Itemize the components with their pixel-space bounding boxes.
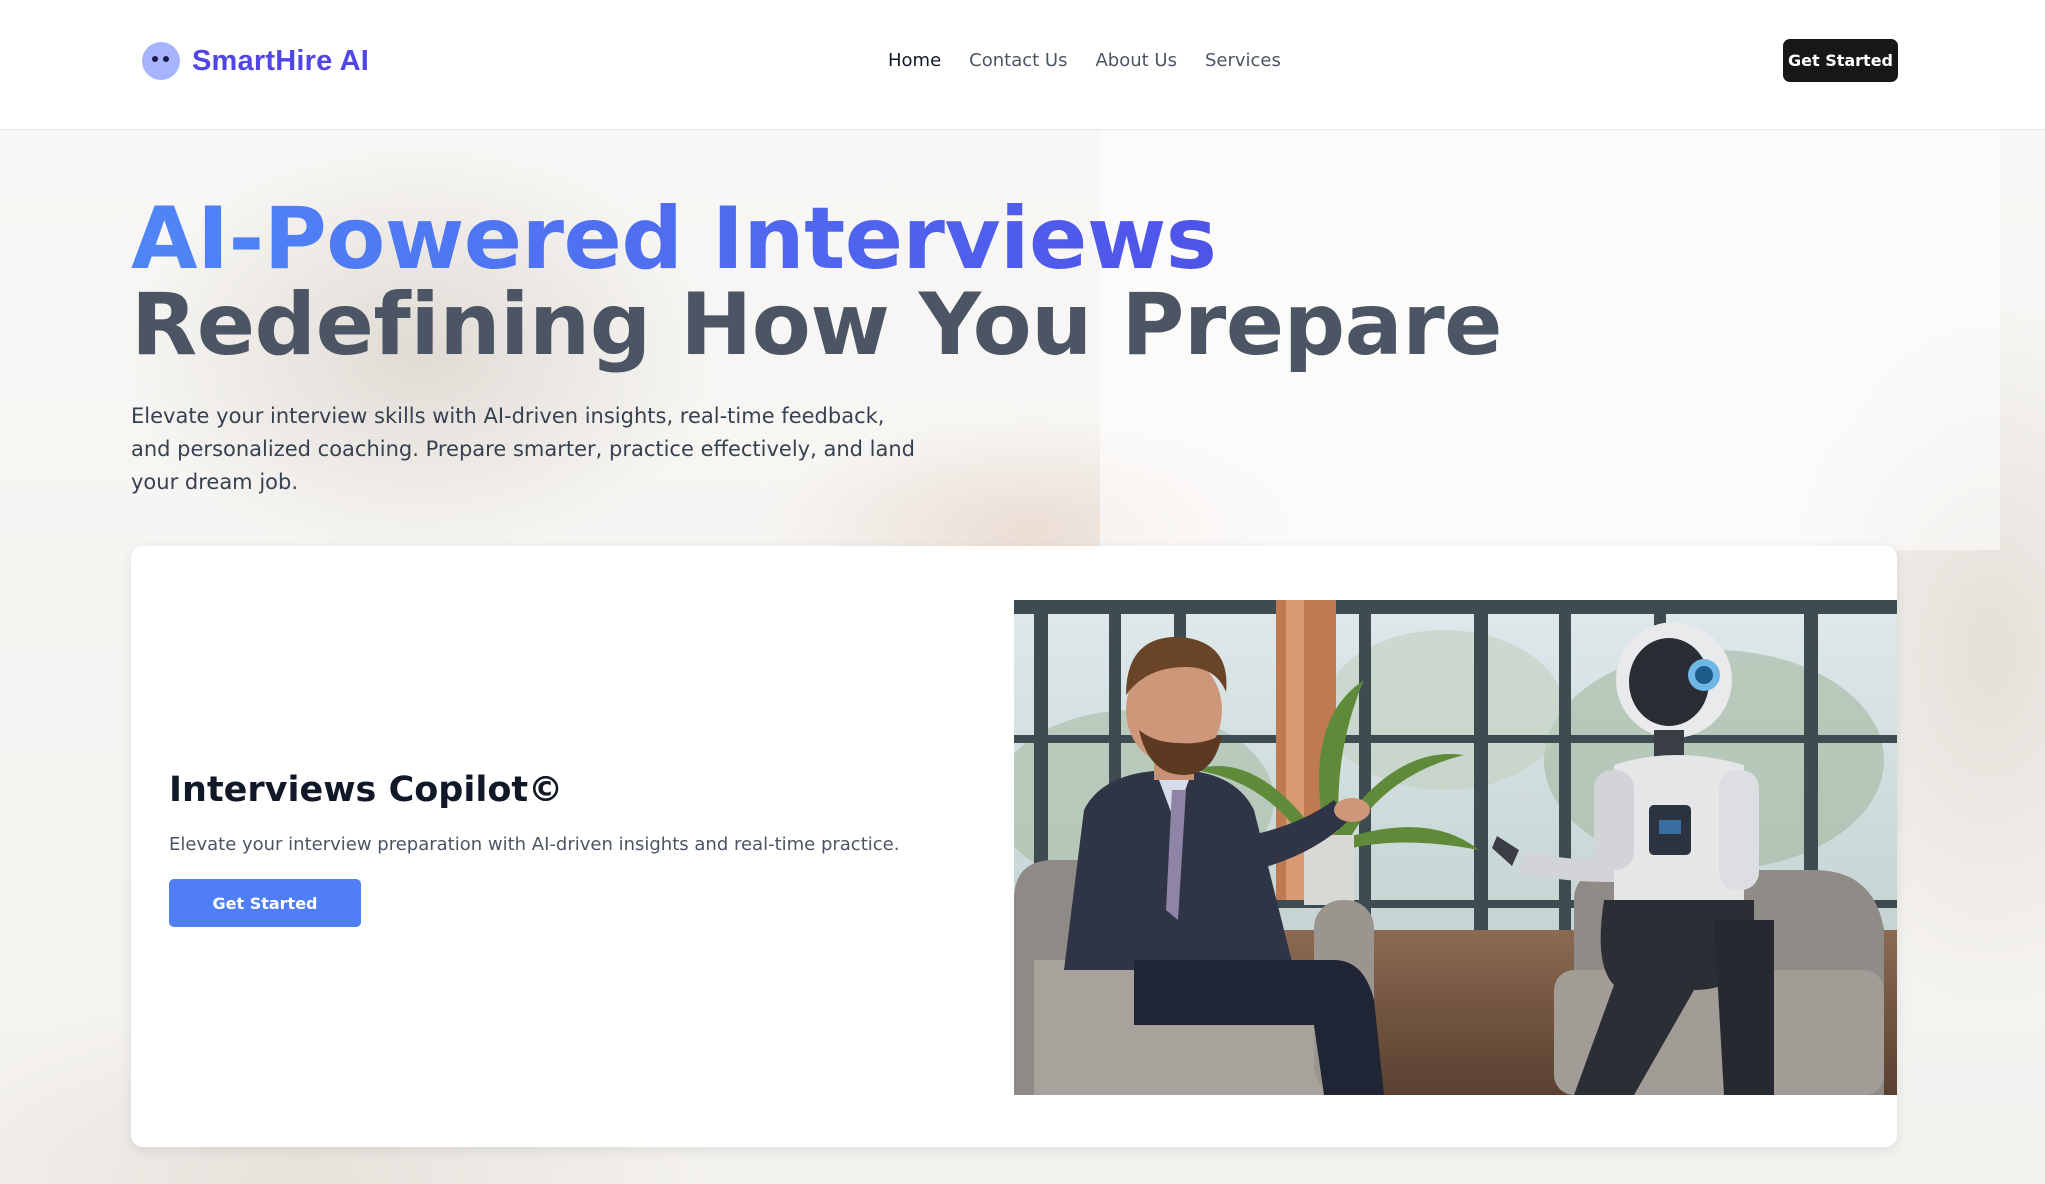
hero-headline: AI-Powered Interviews Redefining How You… — [131, 196, 1502, 368]
robot-face-icon — [142, 42, 180, 80]
hero-description: Elevate your interview skills with AI-dr… — [131, 404, 915, 494]
feature-description: Elevate your interview preparation with … — [169, 834, 900, 855]
main-nav: Home Contact Us About Us Services — [888, 47, 1309, 75]
man-and-robot-illustration — [1014, 600, 1897, 1095]
feature-card: Interviews Copilot© Elevate your intervi… — [131, 546, 1897, 1147]
site-header: SmartHire AI Home Contact Us About Us Se… — [0, 0, 2045, 130]
nav-item-home[interactable]: Home — [888, 47, 941, 75]
brand-name: SmartHire AI — [192, 44, 369, 77]
brand-logo[interactable]: SmartHire AI — [142, 40, 369, 82]
nav-item-services[interactable]: Services — [1205, 47, 1281, 75]
nav-item-about-us[interactable]: About Us — [1095, 47, 1177, 75]
feature-title: Interviews Copilot© — [169, 770, 564, 810]
header-get-started-button[interactable]: Get Started — [1783, 39, 1898, 82]
hero-headline-line2: Redefining How You Prepare — [131, 275, 1502, 375]
interview-illustration — [1014, 600, 1897, 1095]
nav-item-contact-us[interactable]: Contact Us — [969, 47, 1067, 75]
feature-get-started-button[interactable]: Get Started — [169, 879, 361, 927]
hero-headline-line1: AI-Powered Interviews — [131, 196, 1502, 282]
